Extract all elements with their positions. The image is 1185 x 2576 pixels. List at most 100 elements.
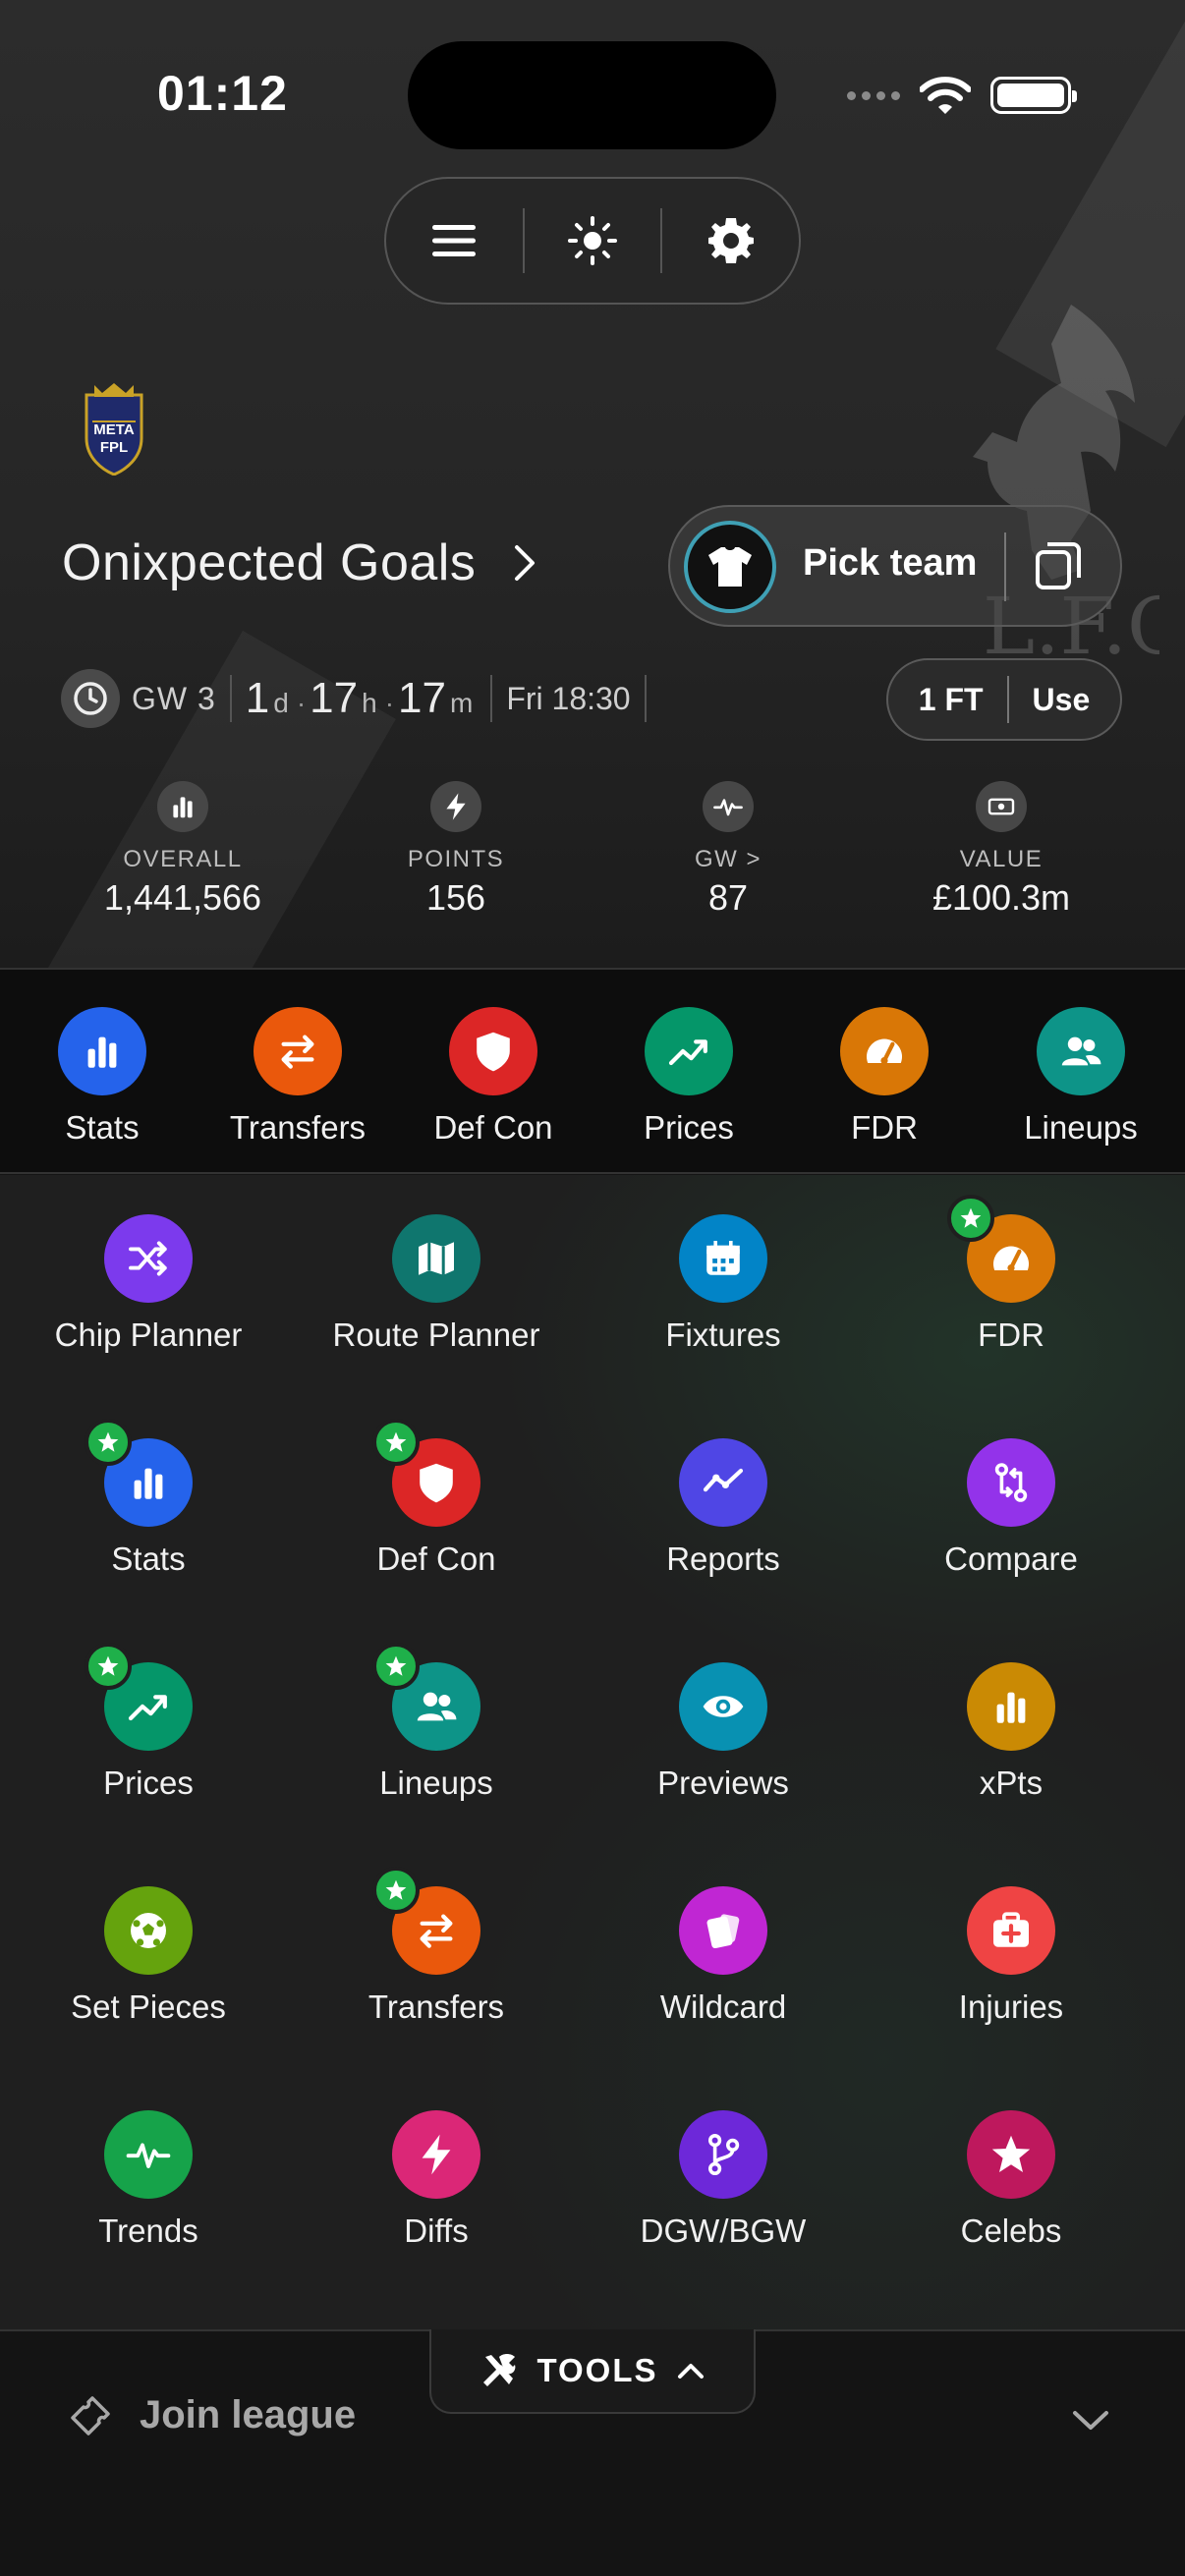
tool-label: Previews <box>657 1764 789 1801</box>
tool-trends[interactable]: Trends <box>6 2110 291 2250</box>
tool-def-con[interactable]: Def Con <box>294 1419 579 1578</box>
tools-toggle-label: TOOLS <box>536 2352 658 2388</box>
status-icons <box>847 71 1077 120</box>
tool-label: Fixtures <box>665 1316 781 1353</box>
tool-label: xPts <box>979 1764 1044 1801</box>
quick-nav-def-con[interactable]: Def Con <box>395 1007 592 1147</box>
tool-reports[interactable]: Reports <box>581 1438 866 1578</box>
tool-previews[interactable]: Previews <box>581 1662 866 1802</box>
tool-transfers[interactable]: Transfers <box>294 1867 579 2026</box>
stat-icon-wrap <box>430 781 481 832</box>
users-icon <box>1061 1036 1101 1066</box>
chevron-down-icon[interactable] <box>1071 2407 1110 2433</box>
tool-label: Injuries <box>958 1988 1064 2025</box>
tool-label: Reports <box>666 1540 780 1577</box>
tool-dgw-bgw[interactable]: DGW/BGW <box>581 2110 866 2250</box>
tool-prices[interactable]: Prices <box>6 1643 291 1802</box>
tool-fdr[interactable]: FDR <box>869 1195 1154 1354</box>
tool-injuries[interactable]: Injuries <box>869 1886 1154 2026</box>
quick-nav-stats[interactable]: Stats <box>4 1007 200 1147</box>
swap-icon <box>281 1035 314 1069</box>
quick-nav-icon-wrap <box>254 1007 342 1095</box>
stat-gw[interactable]: GW > 87 <box>610 781 846 919</box>
tool-chip-planner[interactable]: Chip Planner <box>6 1214 291 1354</box>
star-icon <box>991 2135 1031 2172</box>
quick-nav-lineups[interactable]: Lineups <box>983 1007 1179 1147</box>
settings-button[interactable] <box>662 179 799 303</box>
stat-label: GW > <box>694 846 762 872</box>
pulse-icon <box>713 799 743 816</box>
quick-nav-icon-wrap <box>1037 1007 1125 1095</box>
tool-label: Celebs <box>960 2212 1062 2249</box>
quick-nav-prices[interactable]: Prices <box>591 1007 787 1147</box>
tool-compare[interactable]: Compare <box>869 1438 1154 1578</box>
pick-team-label: Pick team <box>803 542 978 584</box>
tool-icon-wrap <box>104 1886 193 1975</box>
ticket-icon <box>71 2395 110 2436</box>
tool-lineups[interactable]: Lineups <box>294 1643 579 1802</box>
clock-icon <box>61 669 120 728</box>
tool-icon-wrap <box>967 1438 1055 1527</box>
theme-toggle-button[interactable] <box>525 179 661 303</box>
tool-wildcard[interactable]: Wildcard <box>581 1886 866 2026</box>
pulse-icon <box>126 2143 171 2168</box>
stat-value: 1,441,566 <box>103 877 262 918</box>
tools-toggle-button[interactable]: TOOLS <box>429 2329 756 2414</box>
stat-label: POINTS <box>407 846 505 872</box>
tool-stats[interactable]: Stats <box>6 1419 291 1578</box>
tool-label: Trends <box>98 2212 198 2249</box>
tool-icon-wrap <box>967 1886 1055 1975</box>
tool-icon-wrap <box>679 1662 767 1751</box>
tool-label: Diffs <box>404 2212 469 2249</box>
stat-label: VALUE <box>959 846 1044 872</box>
team-name-link[interactable]: Onixpected Goals <box>62 533 536 592</box>
tool-fixtures[interactable]: Fixtures <box>581 1214 866 1354</box>
quick-nav-label: Prices <box>644 1109 734 1146</box>
tool-celebs[interactable]: Celebs <box>869 2110 1154 2250</box>
use-transfer-button[interactable]: Use <box>1033 682 1091 718</box>
quick-nav-fdr[interactable]: FDR <box>786 1007 983 1147</box>
tool-icon-wrap <box>967 2110 1055 2199</box>
git-branch-icon <box>708 2134 740 2175</box>
stat-points: POINTS 156 <box>338 781 574 919</box>
sun-icon <box>568 216 617 265</box>
countdown-days: 1 <box>245 674 270 722</box>
menu-button[interactable] <box>386 179 523 303</box>
stat-icon-wrap <box>157 781 208 832</box>
wifi-icon <box>920 77 971 114</box>
bar-chart-icon <box>134 1468 163 1499</box>
line-chart-icon <box>703 1468 744 1492</box>
stat-value: VALUE £100.3m <box>883 781 1119 919</box>
tool-label: Wildcard <box>659 1988 787 2025</box>
favorite-star-icon <box>372 1643 420 1690</box>
tool-icon-wrap <box>679 2110 767 2199</box>
tool-set-pieces[interactable]: Set Pieces <box>6 1886 291 2026</box>
countdown-minutes-unit: m <box>449 688 474 718</box>
tool-icon-wrap <box>372 1419 480 1527</box>
tool-icon-wrap <box>679 1886 767 1975</box>
top-toolbar <box>384 177 801 305</box>
bar-chart-icon <box>173 797 193 818</box>
bar-chart-icon <box>996 1692 1026 1723</box>
countdown-minutes: 17 <box>398 674 446 722</box>
quick-nav-transfers[interactable]: Transfers <box>199 1007 396 1147</box>
quick-nav-label: Transfers <box>229 1109 367 1146</box>
cards-icon <box>706 1914 740 1949</box>
deadline-datetime: Fri 18:30 <box>506 680 631 716</box>
tool-label: DGW/BGW <box>640 2212 807 2249</box>
money-icon <box>988 798 1015 815</box>
tool-diffs[interactable]: Diffs <box>294 2110 579 2250</box>
quick-nav-label: Def Con <box>433 1109 553 1146</box>
tool-xpts[interactable]: xPts <box>869 1662 1154 1802</box>
shirt-icon <box>684 521 776 613</box>
join-league-row[interactable]: Join league <box>69 2393 356 2437</box>
compare-icon <box>994 1463 1028 1502</box>
copy-icon[interactable] <box>1034 540 1083 591</box>
join-league-label: Join league <box>140 2393 357 2436</box>
quick-nav-icon-wrap <box>840 1007 929 1095</box>
pick-team-button[interactable]: Pick team <box>668 505 1122 627</box>
tool-icon-wrap <box>104 2110 193 2199</box>
quick-nav-label: Stats <box>65 1109 140 1146</box>
tool-route-planner[interactable]: Route Planner <box>294 1214 579 1354</box>
free-transfers-pill: 1 FT Use <box>886 658 1122 741</box>
